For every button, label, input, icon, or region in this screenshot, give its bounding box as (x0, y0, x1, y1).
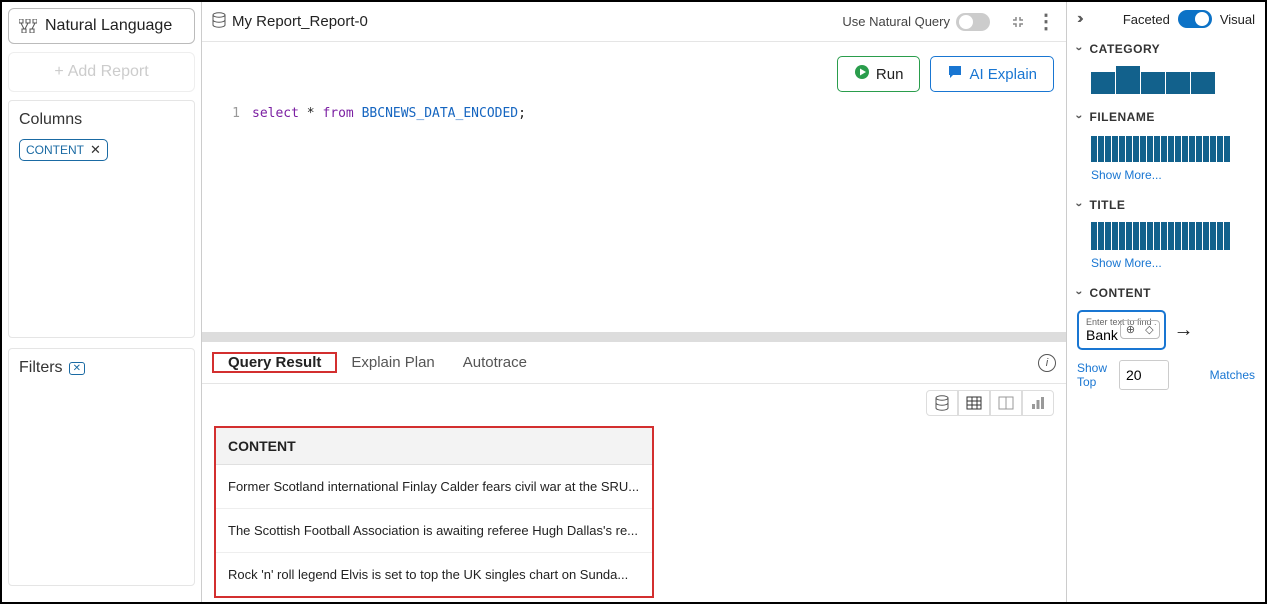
collapse-icon[interactable] (1008, 12, 1028, 32)
collapse-right-icon[interactable]: ›› (1077, 10, 1080, 28)
info-icon[interactable]: i (1038, 354, 1056, 372)
facets-sidebar: ›› Faceted Visual ›CATEGORY ›FILENAME Sh… (1067, 2, 1265, 602)
category-bars[interactable] (1091, 66, 1255, 94)
column-chip-content[interactable]: CONTENT ✕ (19, 139, 108, 161)
horizontal-scrollbar[interactable] (202, 332, 1066, 342)
line-number: 1 (222, 106, 252, 121)
graph-icon (19, 19, 37, 33)
column-header-content[interactable]: CONTENT (215, 427, 653, 465)
facet-content-header[interactable]: ›CONTENT (1077, 286, 1255, 300)
sql-editor[interactable]: 1 select * from BBCNEWS_DATA_ENCODED; (202, 106, 1066, 332)
zoom-in-icon[interactable]: ⊕ (1121, 321, 1140, 338)
chat-icon (947, 64, 963, 84)
visual-toggle[interactable] (1178, 10, 1212, 28)
natural-language-button[interactable]: Natural Language (8, 8, 195, 44)
chevron-down-icon: › (1072, 203, 1086, 208)
tab-query-result[interactable]: Query Result (214, 342, 335, 383)
filters-title: Filters (19, 359, 63, 377)
code-line: select * from BBCNEWS_DATA_ENCODED; (252, 106, 526, 121)
database-icon (212, 12, 226, 31)
visual-label: Visual (1220, 12, 1255, 27)
tab-explain-plan[interactable]: Explain Plan (337, 342, 448, 383)
matches-label: Matches (1210, 368, 1255, 382)
submit-search-icon[interactable]: → (1174, 319, 1194, 342)
filters-panel: Filters ✕ (8, 348, 195, 586)
more-menu-icon[interactable]: ⋮ (1036, 12, 1056, 32)
content-search-box: Enter text to find : ⊕ ◇ (1077, 310, 1166, 350)
remove-chip-icon[interactable]: ✕ (90, 142, 101, 158)
title-show-more[interactable]: Show More... (1091, 256, 1255, 270)
table-row[interactable]: Rock 'n' roll legend Elvis is set to top… (215, 553, 653, 598)
columns-title: Columns (19, 111, 184, 129)
facet-content: ›CONTENT Enter text to find : ⊕ ◇ → Show… (1077, 286, 1255, 390)
facet-title-header[interactable]: ›TITLE (1077, 198, 1255, 212)
show-top-input[interactable] (1119, 360, 1169, 390)
run-label: Run (876, 66, 904, 83)
ai-explain-button[interactable]: AI Explain (930, 56, 1054, 92)
column-chip-label: CONTENT (26, 143, 84, 157)
use-natural-query-label: Use Natural Query (842, 14, 950, 29)
erase-icon[interactable]: ◇ (1140, 321, 1158, 338)
facet-filename-header[interactable]: ›FILENAME (1077, 110, 1255, 124)
result-tabs: Query Result Explain Plan Autotrace i (202, 342, 1066, 384)
columns-panel: Columns CONTENT ✕ (8, 100, 195, 338)
ai-explain-label: AI Explain (969, 66, 1037, 83)
view-grid-icon[interactable] (958, 390, 990, 416)
chevron-down-icon: › (1072, 47, 1086, 52)
table-row[interactable]: Former Scotland international Finlay Cal… (215, 465, 653, 509)
view-db-icon[interactable] (926, 390, 958, 416)
view-chart-icon[interactable] (1022, 390, 1054, 416)
clear-filters-icon[interactable]: ✕ (69, 362, 85, 375)
view-mode-buttons (202, 384, 1066, 422)
chevron-down-icon: › (1072, 291, 1086, 296)
add-report-label: Add Report (68, 63, 149, 81)
facet-title: ›TITLE Show More... (1077, 198, 1255, 270)
faceted-label: Faceted (1123, 12, 1170, 27)
results-table: CONTENT Former Scotland international Fi… (214, 426, 654, 598)
editor-topbar: My Report_Report-0 Use Natural Query ⋮ (202, 2, 1066, 42)
use-natural-query-toggle[interactable] (956, 13, 990, 31)
show-top-label: Show Top (1077, 361, 1111, 390)
chevron-down-icon: › (1072, 115, 1086, 120)
plus-icon: + (54, 63, 63, 81)
play-icon (854, 64, 870, 84)
filename-bars[interactable] (1091, 134, 1255, 162)
title-bars[interactable] (1091, 222, 1255, 250)
facet-category-header[interactable]: ›CATEGORY (1077, 42, 1255, 56)
natural-language-label: Natural Language (45, 17, 172, 35)
tab-autotrace[interactable]: Autotrace (449, 342, 541, 383)
filename-show-more[interactable]: Show More... (1091, 168, 1255, 182)
facet-filename: ›FILENAME Show More... (1077, 110, 1255, 182)
report-title: My Report_Report-0 (232, 13, 842, 30)
action-bar: Run AI Explain (202, 42, 1066, 106)
facet-category: ›CATEGORY (1077, 42, 1255, 94)
view-split-icon[interactable] (990, 390, 1022, 416)
table-row[interactable]: The Scottish Football Association is awa… (215, 509, 653, 553)
run-button[interactable]: Run (837, 56, 921, 92)
add-report-button[interactable]: + Add Report (8, 52, 195, 92)
